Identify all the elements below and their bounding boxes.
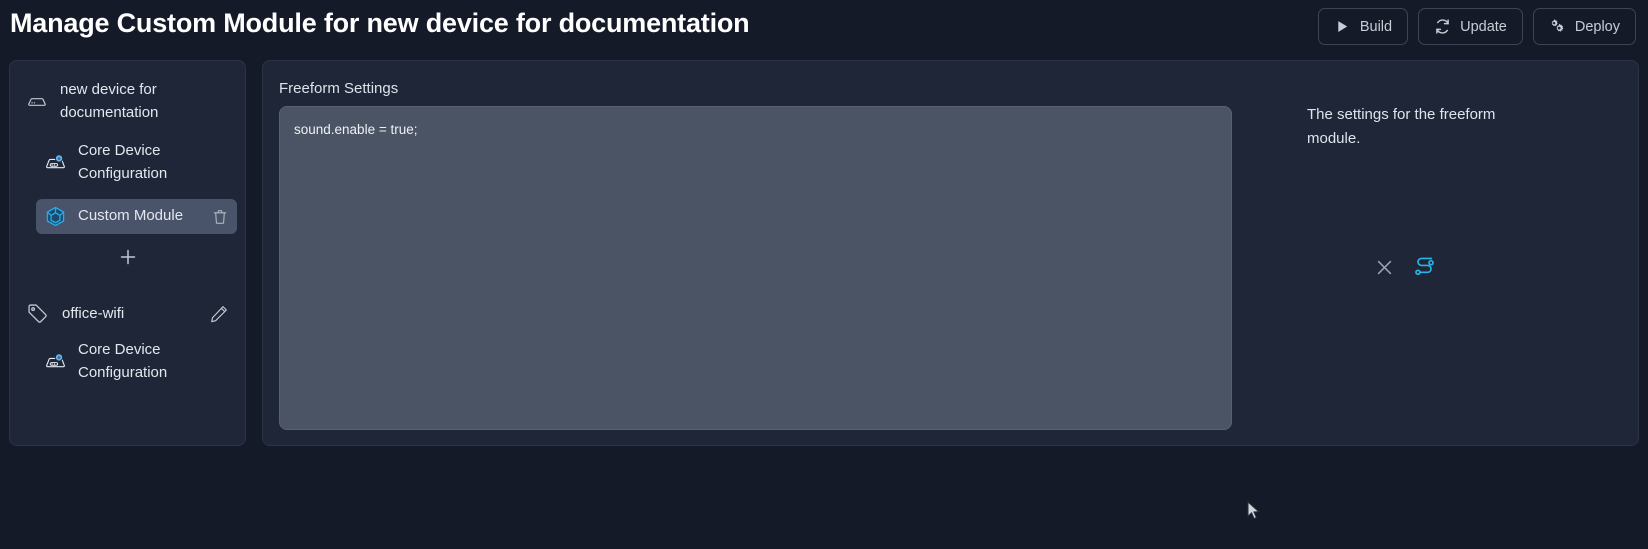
custom-module-cube-icon — [44, 205, 67, 228]
sidebar: new device for documentation Core Device… — [9, 60, 246, 446]
gears-icon — [1549, 18, 1566, 35]
freeform-settings-icon-group — [1240, 256, 1570, 279]
tag-icon — [26, 302, 49, 325]
sidebar-tag-label: office-wifi — [62, 305, 125, 322]
deploy-button-label: Deploy — [1574, 18, 1620, 35]
add-module-button[interactable] — [115, 244, 141, 270]
sidebar-tag-office-wifi[interactable]: office-wifi — [10, 302, 245, 325]
update-button[interactable]: Update — [1418, 8, 1523, 45]
freeform-settings-label: Freeform Settings — [279, 80, 399, 97]
sidebar-device-label: new device for documentation — [60, 81, 159, 121]
mouse-cursor — [1247, 500, 1261, 521]
core-device-config-icon — [44, 350, 67, 373]
sidebar-add-row — [10, 244, 245, 270]
sidebar-item-custom-module[interactable]: Custom Module — [36, 199, 237, 234]
workflow-icon[interactable] — [1413, 256, 1436, 279]
deploy-button[interactable]: Deploy — [1532, 8, 1636, 45]
refresh-icon — [1434, 18, 1451, 35]
core-device-config-icon — [44, 151, 67, 174]
sidebar-item-label: Custom Module — [78, 207, 184, 225]
freeform-settings-description: The settings for the freeform module. — [1307, 106, 1496, 147]
sidebar-device-root[interactable]: new device for documentation — [10, 75, 245, 126]
device-icon — [26, 91, 48, 113]
sidebar-item-core-device-configuration[interactable]: Core Device Configuration — [36, 134, 237, 191]
main-panel: Freeform Settings The settings for the f… — [262, 60, 1639, 446]
page-title: Manage Custom Module for new device for … — [10, 8, 750, 38]
pencil-icon[interactable] — [209, 304, 229, 324]
build-button-label: Build — [1359, 18, 1393, 35]
freeform-settings-input[interactable] — [279, 106, 1232, 430]
update-button-label: Update — [1460, 18, 1507, 35]
close-icon[interactable] — [1374, 257, 1395, 278]
delete-custom-module-icon[interactable] — [211, 208, 229, 226]
sidebar-item-label: Core Device Configuration — [78, 341, 168, 381]
build-button[interactable]: Build — [1317, 8, 1409, 45]
app-header: Manage Custom Module for new device for … — [0, 0, 1648, 52]
header-actions: Build Update Deploy — [1317, 8, 1636, 45]
play-icon — [1334, 18, 1351, 35]
sidebar-tag-item-core-device-configuration[interactable]: Core Device Configuration — [36, 333, 237, 390]
sidebar-item-label: Core Device Configuration — [78, 142, 168, 182]
